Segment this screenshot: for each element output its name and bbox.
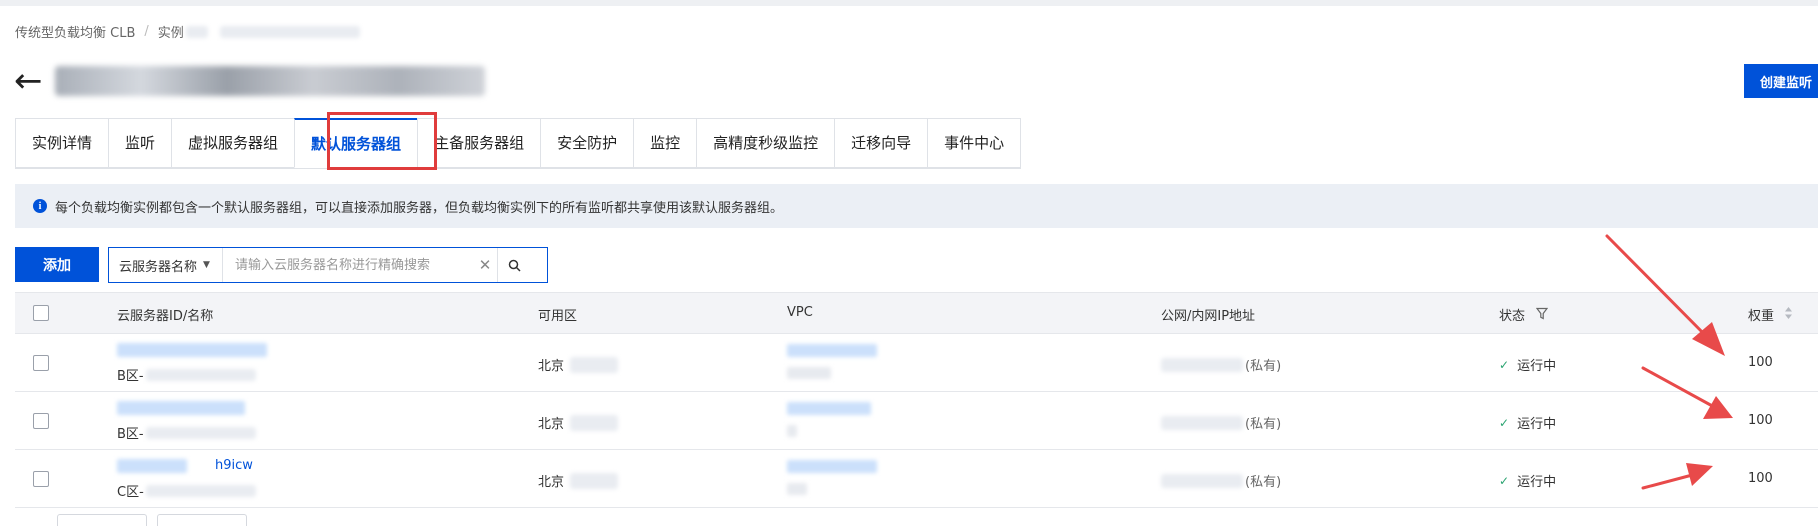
annotation-arrows: [1605, 234, 1733, 490]
annotation-arrow: [1605, 234, 1725, 356]
annotation-arrow: [1641, 366, 1733, 419]
annotation-arrow: [1641, 463, 1713, 490]
